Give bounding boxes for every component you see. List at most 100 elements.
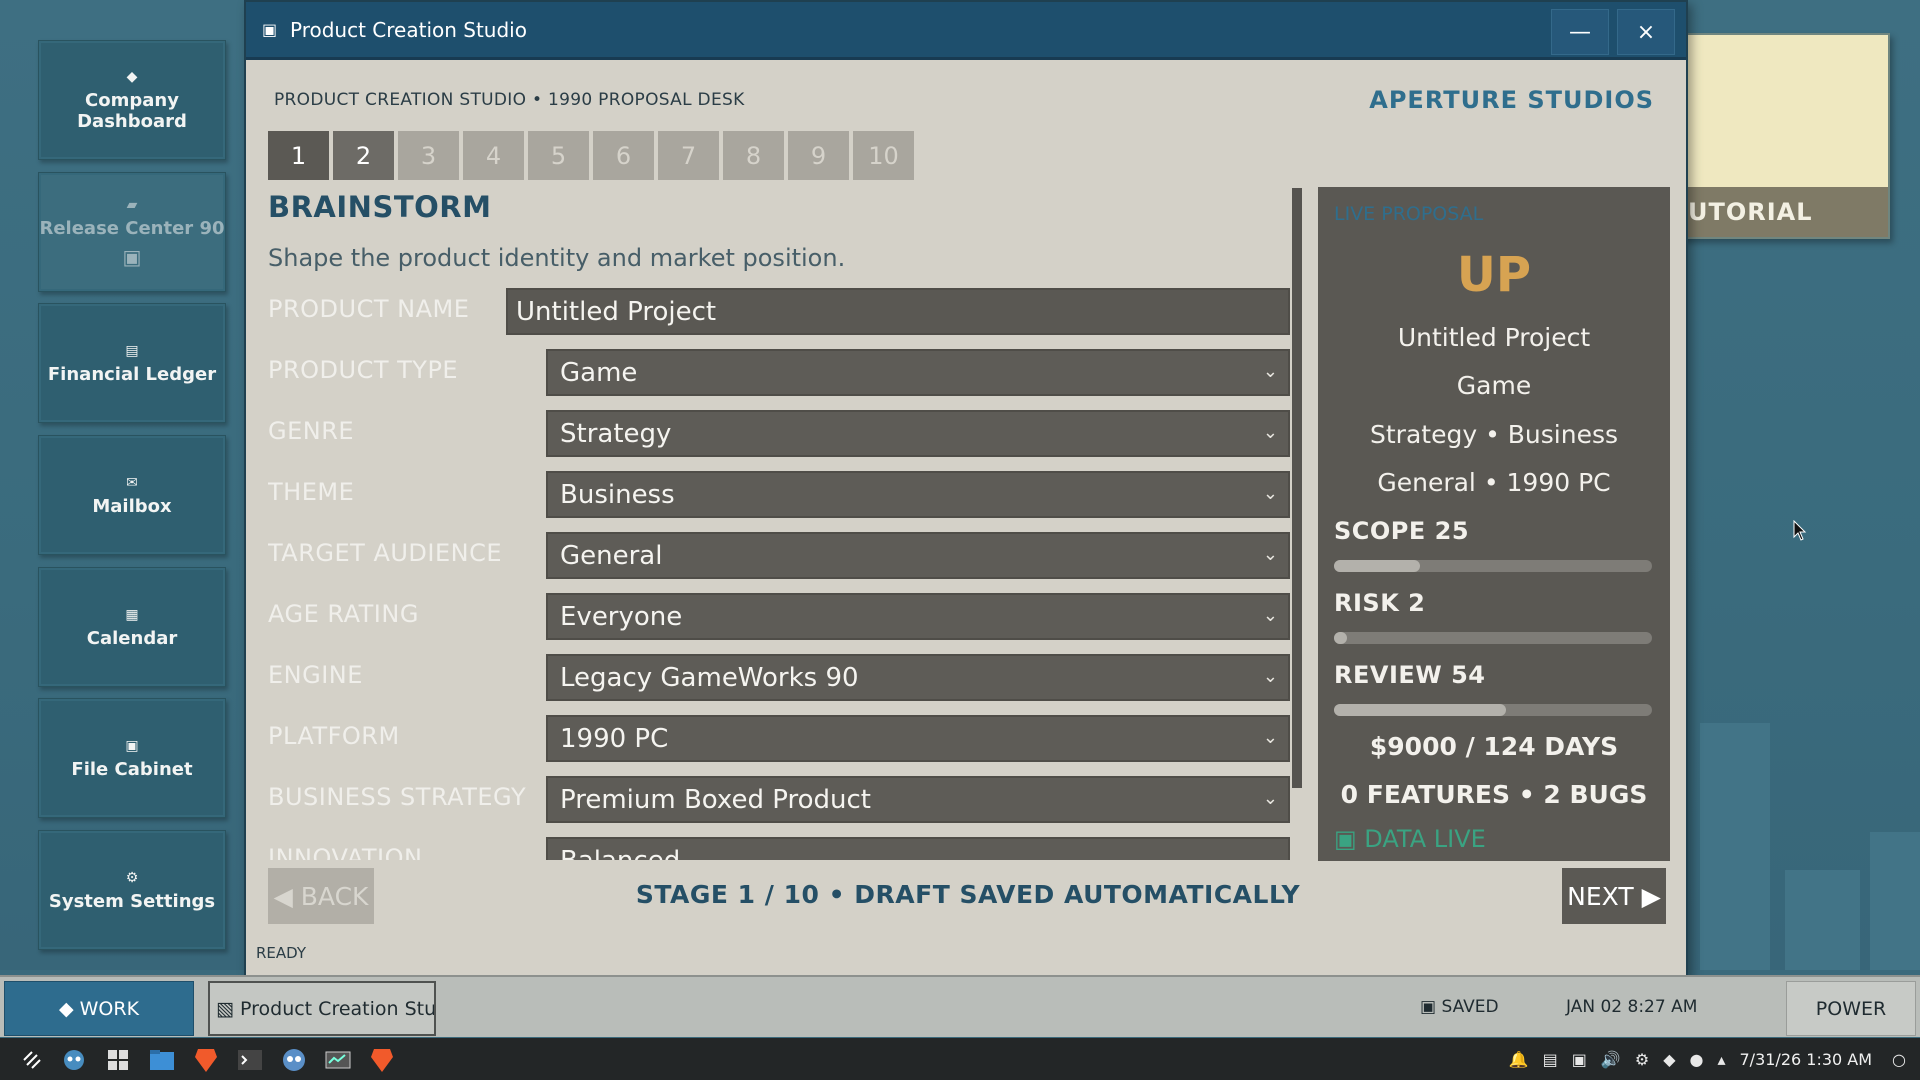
business-strategy-select[interactable]: Premium Boxed Product ⌄ bbox=[546, 776, 1290, 823]
chevron-down-icon: ⌄ bbox=[1262, 788, 1278, 809]
sidebar-item-label: Financial Ledger bbox=[47, 363, 217, 385]
chevron-down-icon: ⌄ bbox=[1262, 605, 1278, 626]
sidebar-item-release-center[interactable]: ▰ Release Center 90 ▣ bbox=[38, 172, 226, 292]
launcher-icon[interactable] bbox=[18, 1046, 46, 1074]
chevron-down-icon: ⌄ bbox=[1262, 483, 1278, 504]
section-title: BRAINSTORM bbox=[268, 190, 492, 224]
product-name-input[interactable]: Untitled Project bbox=[506, 288, 1290, 335]
stage-step-2[interactable]: 2 bbox=[333, 131, 394, 180]
field-label: PRODUCT TYPE bbox=[268, 356, 459, 384]
stage-step-4[interactable]: 4 bbox=[463, 131, 524, 180]
sidebar-item-company-dashboard[interactable]: ◆ Company Dashboard bbox=[38, 40, 226, 160]
breadcrumb: PRODUCT CREATION STUDIO • 1990 PROPOSAL … bbox=[274, 90, 745, 110]
window-titlebar[interactable]: ▣ Product Creation Studio — × bbox=[246, 2, 1686, 60]
notification-icon[interactable]: 🔔 bbox=[1509, 1050, 1529, 1069]
age-rating-select[interactable]: Everyone ⌄ bbox=[546, 593, 1290, 640]
taskbar-window-product-creation[interactable]: ▧ Product Creation Studio bbox=[208, 981, 436, 1036]
settings-icon[interactable]: ⚙ bbox=[1635, 1050, 1649, 1069]
stage-step-10[interactable]: 10 bbox=[853, 131, 914, 180]
stage-step-1[interactable]: 1 bbox=[268, 131, 329, 180]
next-button[interactable]: NEXT ▶ bbox=[1562, 868, 1666, 924]
select-value: Business bbox=[560, 479, 675, 510]
form-row-genre: GENRE Strategy ⌄ bbox=[268, 407, 1306, 457]
ledger-icon: ▤ bbox=[125, 342, 139, 359]
game-clock: JAN 02 8:27 AM bbox=[1566, 997, 1698, 1017]
field-label: INNOVATION bbox=[268, 844, 423, 860]
close-button[interactable]: × bbox=[1617, 9, 1675, 55]
battery-icon[interactable]: ▤ bbox=[1543, 1050, 1558, 1069]
field-label: BUSINESS STRATEGY bbox=[268, 783, 527, 811]
scrollbar-thumb[interactable] bbox=[1292, 188, 1302, 788]
power-menu-icon[interactable]: ○ bbox=[1892, 1050, 1906, 1069]
chevron-down-icon: ⌄ bbox=[1262, 849, 1278, 860]
stage-step-9[interactable]: 9 bbox=[788, 131, 849, 180]
chevron-down-icon: ⌄ bbox=[1262, 422, 1278, 443]
sidebar-item-system-settings[interactable]: ⚙ System Settings bbox=[38, 830, 226, 950]
system-monitor-icon[interactable] bbox=[324, 1046, 352, 1074]
saved-indicator: ▣ SAVED bbox=[1420, 997, 1499, 1017]
sidebar-item-mailbox[interactable]: ✉ Mailbox bbox=[38, 435, 226, 555]
form-row-age-rating: AGE RATING Everyone ⌄ bbox=[268, 590, 1306, 640]
godot-icon[interactable] bbox=[60, 1046, 88, 1074]
live-proposal-panel: LIVE PROPOSAL UP Untitled Project Game S… bbox=[1318, 187, 1670, 861]
sidebar-item-label: Release Center 90 bbox=[39, 217, 225, 239]
skyline-building bbox=[1870, 832, 1920, 970]
sidebar-item-label: System Settings bbox=[48, 890, 216, 912]
risk-label: RISK 2 bbox=[1334, 589, 1426, 617]
risk-bar bbox=[1334, 632, 1652, 644]
form-row-product-type: PRODUCT TYPE Game ⌄ bbox=[268, 346, 1306, 396]
company-name: APERTURE STUDIOS bbox=[1369, 86, 1654, 114]
form-scrollbar[interactable] bbox=[1292, 188, 1302, 788]
sidebar-item-calendar[interactable]: ▦ Calendar bbox=[38, 567, 226, 687]
innovation-select[interactable]: Balanced ⌄ bbox=[546, 837, 1290, 860]
tutorial-label: UTORIAL bbox=[1682, 187, 1888, 237]
select-value: Everyone bbox=[560, 601, 683, 632]
platform-select[interactable]: 1990 PC ⌄ bbox=[546, 715, 1290, 762]
clipboard-icon[interactable]: ▣ bbox=[1572, 1050, 1587, 1069]
features-bugs: 0 FEATURES • 2 BUGS bbox=[1340, 780, 1648, 809]
chevron-down-icon: ⌄ bbox=[1262, 361, 1278, 382]
sidebar-item-file-cabinet[interactable]: ▣ File Cabinet bbox=[38, 698, 226, 818]
stage-step-3[interactable]: 3 bbox=[398, 131, 459, 180]
power-button[interactable]: POWER bbox=[1786, 981, 1916, 1036]
os-clock: 7/31/26 1:30 AM bbox=[1739, 1049, 1873, 1069]
form-row-business-strategy: BUSINESS STRATEGY Premium Boxed Product … bbox=[268, 773, 1306, 823]
product-type-select[interactable]: Game ⌄ bbox=[546, 349, 1290, 396]
tutorial-panel[interactable]: UTORIAL bbox=[1680, 33, 1890, 239]
mouse-cursor-icon bbox=[1793, 520, 1807, 541]
review-label: REVIEW 54 bbox=[1334, 661, 1486, 689]
stage-step-7[interactable]: 7 bbox=[658, 131, 719, 180]
update-icon[interactable]: ● bbox=[1690, 1050, 1704, 1069]
terminal-icon[interactable] bbox=[236, 1046, 264, 1074]
game-taskbar: ◆ WORK ▧ Product Creation Studio ▣ SAVED… bbox=[0, 975, 1920, 1037]
skyline-building bbox=[1700, 723, 1770, 970]
work-menu-button[interactable]: ◆ WORK bbox=[4, 981, 194, 1036]
stage-stepper: 1 2 3 4 5 6 7 8 9 10 bbox=[268, 131, 914, 180]
select-value: General bbox=[560, 540, 663, 571]
engine-select[interactable]: Legacy GameWorks 90 ⌄ bbox=[546, 654, 1290, 701]
file-manager-icon[interactable] bbox=[148, 1046, 176, 1074]
skyline-building bbox=[1785, 870, 1860, 970]
form-row-product-name: PRODUCT NAME Untitled Project bbox=[268, 285, 1306, 335]
review-bar-fill bbox=[1334, 704, 1506, 716]
field-label: THEME bbox=[268, 478, 355, 506]
minimize-button[interactable]: — bbox=[1551, 9, 1609, 55]
brave-icon[interactable] bbox=[192, 1046, 220, 1074]
stage-step-6[interactable]: 6 bbox=[593, 131, 654, 180]
apps-grid-icon[interactable] bbox=[104, 1046, 132, 1074]
brave-icon-2[interactable] bbox=[368, 1046, 396, 1074]
chevron-up-icon[interactable]: ▴ bbox=[1717, 1050, 1725, 1069]
field-label: TARGET AUDIENCE bbox=[268, 539, 503, 567]
theme-select[interactable]: Business ⌄ bbox=[546, 471, 1290, 518]
wifi-icon[interactable]: ◆ bbox=[1663, 1050, 1675, 1069]
live-genre-theme: Strategy • Business bbox=[1370, 420, 1618, 449]
volume-icon[interactable]: 🔊 bbox=[1601, 1050, 1621, 1069]
genre-select[interactable]: Strategy ⌄ bbox=[546, 410, 1290, 457]
target-audience-select[interactable]: General ⌄ bbox=[546, 532, 1290, 579]
field-label: AGE RATING bbox=[268, 600, 419, 628]
godot-editor-icon[interactable] bbox=[280, 1046, 308, 1074]
sidebar-item-financial-ledger[interactable]: ▤ Financial Ledger bbox=[38, 303, 226, 423]
stage-step-8[interactable]: 8 bbox=[723, 131, 784, 180]
stage-step-5[interactable]: 5 bbox=[528, 131, 589, 180]
stage-status: STAGE 1 / 10 • DRAFT SAVED AUTOMATICALLY bbox=[635, 880, 1301, 909]
